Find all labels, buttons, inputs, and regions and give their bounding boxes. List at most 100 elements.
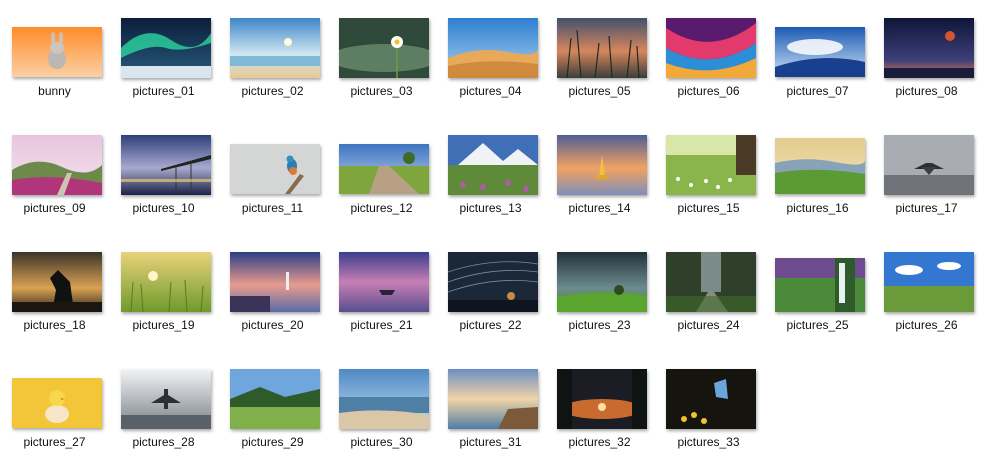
file-label: pictures_14: [568, 201, 631, 215]
file-item[interactable]: pictures_04: [436, 0, 545, 117]
file-label: pictures_09: [23, 201, 86, 215]
file-item[interactable]: pictures_03: [327, 0, 436, 117]
seascape-image: [230, 18, 320, 78]
file-item[interactable]: pictures_30: [327, 351, 436, 468]
file-label: pictures_02: [241, 84, 304, 98]
file-label: pictures_01: [132, 84, 195, 98]
mountain-flowers-image: [448, 135, 538, 195]
abstract-waves-image: [666, 18, 756, 78]
file-item[interactable]: pictures_15: [654, 117, 763, 234]
coast-town-image: [448, 369, 538, 429]
file-item[interactable]: pictures_08: [872, 0, 981, 117]
file-item[interactable]: pictures_23: [545, 234, 654, 351]
file-item[interactable]: pictures_05: [545, 0, 654, 117]
file-item[interactable]: pictures_29: [218, 351, 327, 468]
file-label: pictures_16: [786, 201, 849, 215]
file-item[interactable]: pictures_09: [0, 117, 109, 234]
file-label: pictures_22: [459, 318, 522, 332]
green-valley-image: [775, 138, 865, 194]
grass-sunset-image: [557, 18, 647, 78]
chick-image: [12, 378, 102, 428]
file-item[interactable]: bunny: [0, 0, 109, 117]
file-label: pictures_13: [459, 201, 522, 215]
file-label: pictures_08: [895, 84, 958, 98]
file-item[interactable]: pictures_25: [763, 234, 872, 351]
green-plain-image: [884, 252, 974, 312]
file-item[interactable]: pictures_24: [654, 234, 763, 351]
file-label: pictures_03: [350, 84, 413, 98]
file-item[interactable]: pictures_13: [436, 117, 545, 234]
file-label: pictures_07: [786, 84, 849, 98]
jet-image: [884, 135, 974, 195]
file-item[interactable]: pictures_11: [218, 117, 327, 234]
file-label: pictures_25: [786, 318, 849, 332]
file-label: pictures_24: [677, 318, 740, 332]
fighter-jet-image: [121, 369, 211, 429]
file-item[interactable]: pictures_28: [109, 351, 218, 468]
file-grid: bunny pictures_01 pictures_02 pictures_0…: [0, 0, 986, 466]
file-item[interactable]: pictures_33: [654, 351, 763, 468]
file-label: pictures_27: [23, 435, 86, 449]
file-item[interactable]: pictures_26: [872, 234, 981, 351]
file-label: pictures_20: [241, 318, 304, 332]
daisy-image: [339, 18, 429, 78]
file-item[interactable]: pictures_07: [763, 0, 872, 117]
balloon-night-image: [884, 18, 974, 78]
desert-image: [448, 18, 538, 78]
flower-hills-image: [12, 135, 102, 195]
file-item[interactable]: pictures_19: [109, 234, 218, 351]
alpine-meadow-image: [230, 369, 320, 429]
bunny-image: [12, 27, 102, 77]
file-label: pictures_30: [350, 435, 413, 449]
file-label: pictures_11: [241, 201, 304, 215]
file-label: pictures_26: [895, 318, 958, 332]
temple-dusk-image: [557, 135, 647, 195]
file-item[interactable]: pictures_21: [327, 234, 436, 351]
star-trails-image: [448, 252, 538, 312]
file-label: pictures_21: [350, 318, 413, 332]
lake-sunset-image: [557, 369, 647, 429]
butterfly-image: [666, 369, 756, 429]
file-label: pictures_12: [350, 201, 413, 215]
file-item[interactable]: pictures_06: [654, 0, 763, 117]
lighthouse-image: [230, 252, 320, 312]
file-label: pictures_23: [568, 318, 631, 332]
file-label: pictures_31: [459, 435, 522, 449]
file-item[interactable]: pictures_17: [872, 117, 981, 234]
file-item[interactable]: pictures_01: [109, 0, 218, 117]
file-label: pictures_10: [132, 201, 195, 215]
boat-lake-image: [339, 252, 429, 312]
sky-wave-image: [775, 27, 865, 77]
file-label: pictures_15: [677, 201, 740, 215]
waterfall-image: [775, 258, 865, 312]
kingfisher-image: [230, 144, 320, 194]
file-item[interactable]: pictures_22: [436, 234, 545, 351]
file-item[interactable]: pictures_02: [218, 0, 327, 117]
file-item[interactable]: pictures_20: [218, 234, 327, 351]
file-item[interactable]: pictures_14: [545, 117, 654, 234]
file-item[interactable]: pictures_16: [763, 117, 872, 234]
bridge-image: [121, 135, 211, 195]
file-label: pictures_04: [459, 84, 522, 98]
file-label: pictures_29: [241, 435, 304, 449]
file-item[interactable]: pictures_10: [109, 117, 218, 234]
file-label: pictures_32: [568, 435, 631, 449]
file-label: pictures_33: [677, 435, 740, 449]
file-label: pictures_28: [132, 435, 195, 449]
forest-path-image: [666, 252, 756, 312]
file-item[interactable]: pictures_18: [0, 234, 109, 351]
storm-tree-image: [557, 252, 647, 312]
file-item[interactable]: pictures_12: [327, 117, 436, 234]
file-label: pictures_06: [677, 84, 740, 98]
country-road-image: [339, 144, 429, 194]
file-label: pictures_19: [132, 318, 195, 332]
file-item[interactable]: pictures_32: [545, 351, 654, 468]
wheat-field-image: [121, 252, 211, 312]
file-label: bunny: [38, 84, 71, 98]
aurora-image: [121, 18, 211, 78]
beach-image: [339, 369, 429, 429]
file-item[interactable]: pictures_27: [0, 351, 109, 468]
file-label: pictures_17: [895, 201, 958, 215]
file-item[interactable]: pictures_31: [436, 351, 545, 468]
file-label: pictures_05: [568, 84, 631, 98]
